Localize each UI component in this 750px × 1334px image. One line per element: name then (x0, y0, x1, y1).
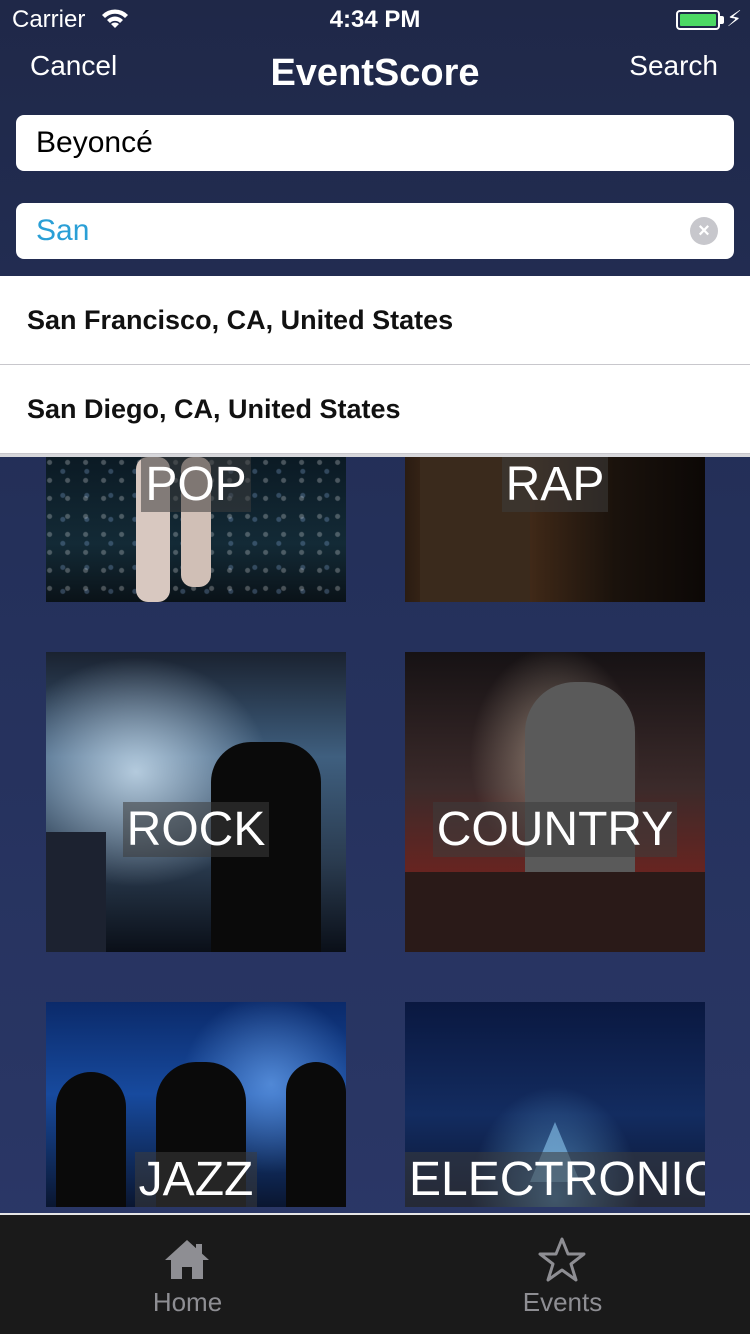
status-bar: Carrier 4:34 PM ⚡ (0, 0, 750, 40)
tab-home-label: Home (152, 1287, 223, 1317)
star-icon (538, 1237, 586, 1282)
location-search-input[interactable] (16, 203, 696, 259)
tab-events-label: Events (522, 1287, 603, 1317)
genre-label-rap: RAP (501, 457, 609, 512)
genre-label-electronic: ELECTRONIC (405, 1152, 705, 1207)
tab-bar: Home Events (0, 1213, 750, 1334)
status-time: 4:34 PM (329, 6, 421, 33)
genre-tile-country[interactable]: COUNTRY (405, 652, 705, 952)
genre-tile-rock[interactable]: ROCK (46, 652, 346, 952)
cancel-button[interactable]: Cancel (30, 50, 117, 82)
artist-search-field[interactable] (16, 115, 734, 171)
genre-label-country: COUNTRY (432, 802, 678, 857)
genre-tile-rap[interactable]: RAP (405, 457, 705, 602)
home-icon (165, 1240, 209, 1279)
artist-search-input[interactable] (16, 115, 696, 171)
search-button[interactable]: Search (629, 50, 718, 82)
genre-label-jazz: JAZZ (134, 1152, 258, 1207)
battery-tip (720, 16, 724, 24)
charging-bolt-icon: ⚡ (726, 6, 742, 31)
genre-label-pop: POP (141, 457, 251, 512)
clear-icon[interactable]: × (690, 217, 718, 245)
singer-silhouette (525, 682, 635, 892)
genre-label-rock: ROCK (122, 802, 270, 857)
crowd-hands (405, 872, 705, 952)
battery-icon (676, 10, 720, 30)
tab-home[interactable]: Home (0, 1215, 375, 1334)
tab-events[interactable]: Events (375, 1215, 750, 1334)
genre-tile-electronic[interactable]: ELECTRONIC (405, 1002, 705, 1207)
suggestion-san-diego[interactable]: San Diego, CA, United States (0, 365, 750, 454)
location-search-field[interactable]: × (16, 203, 734, 259)
location-suggestions: San Francisco, CA, United States San Die… (0, 276, 750, 454)
suggestion-san-francisco[interactable]: San Francisco, CA, United States (0, 276, 750, 365)
genre-tile-pop[interactable]: POP (46, 457, 346, 602)
battery-fill (680, 14, 716, 26)
genre-tile-jazz[interactable]: JAZZ (46, 1002, 346, 1207)
